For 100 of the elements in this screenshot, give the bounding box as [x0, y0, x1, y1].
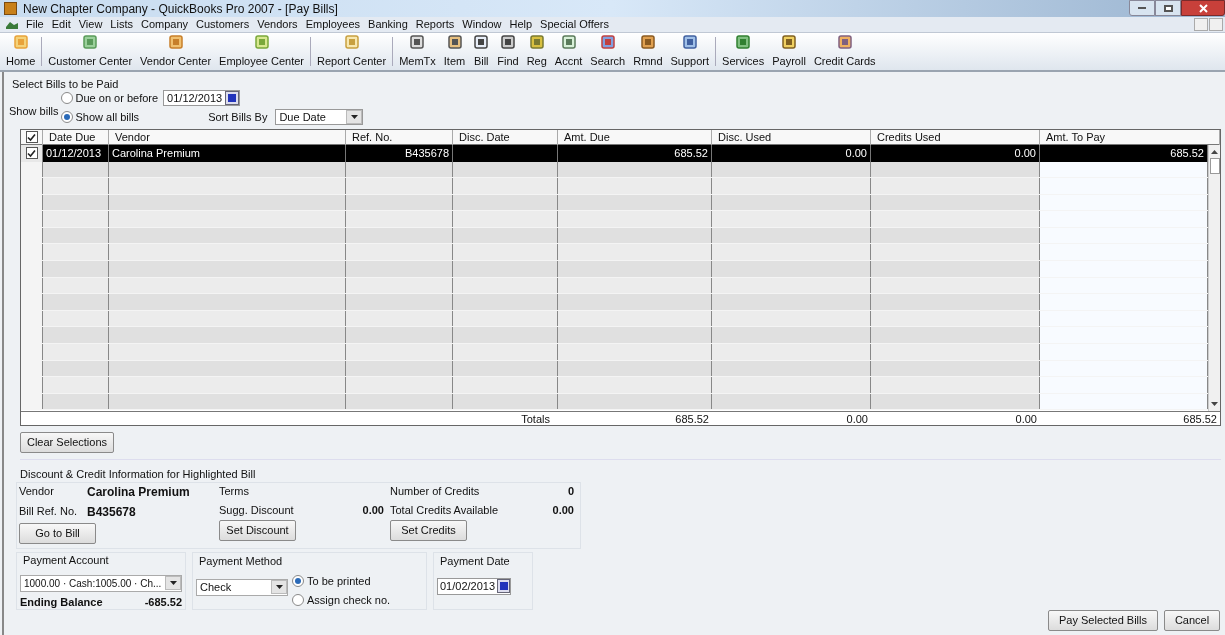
- menu-item[interactable]: File: [22, 16, 48, 33]
- menu-item[interactable]: Window: [458, 16, 506, 33]
- table-cell: B435678: [346, 144, 453, 162]
- total-value: 0.00: [1014, 411, 1038, 426]
- menu-item[interactable]: Lists: [106, 16, 137, 33]
- toolbar-button[interactable]: Search: [586, 33, 630, 70]
- toolbar-button[interactable]: Payroll: [768, 33, 810, 70]
- menu-item[interactable]: Special Offers: [536, 16, 613, 33]
- app-icon: [4, 2, 17, 15]
- toolbar-button[interactable]: Report Center: [313, 33, 391, 70]
- toolbar-icon: [409, 33, 426, 50]
- balance-value: -685.52: [144, 594, 182, 610]
- toolbar-button[interactable]: Item: [439, 33, 470, 70]
- scrollbar[interactable]: [1208, 144, 1220, 411]
- menu-item[interactable]: Company: [137, 16, 193, 33]
- menu-item[interactable]: Reports: [411, 16, 459, 33]
- column-header[interactable]: Amt. To Pay: [1040, 129, 1220, 145]
- caret-icon: [350, 114, 358, 119]
- radio-button[interactable]: [60, 92, 73, 105]
- radio-button[interactable]: [292, 574, 304, 587]
- toolbar-button[interactable]: Accnt: [550, 33, 587, 70]
- dropdown-button[interactable]: [165, 576, 181, 590]
- toolbar-icon: [167, 33, 184, 50]
- method-dropdown[interactable]: Check: [196, 578, 288, 596]
- table-cell: 0.00: [871, 144, 1040, 162]
- radio-label: Due on or before: [75, 91, 159, 106]
- table-cell: 685.52: [558, 144, 712, 162]
- toolbar-icon: [82, 33, 99, 50]
- radio-button[interactable]: [60, 110, 73, 123]
- column-header[interactable]: Credits Used: [871, 129, 1040, 145]
- date-field[interactable]: 01/02/2013: [437, 577, 511, 595]
- menu-item[interactable]: Banking: [364, 16, 412, 33]
- column-header[interactable]: Date Due: [43, 129, 109, 145]
- caret-icon: [275, 585, 283, 589]
- date-field[interactable]: 01/12/2013: [163, 90, 241, 107]
- maximize-button[interactable]: [1155, 0, 1181, 16]
- button[interactable]: Clear Selections: [20, 431, 114, 453]
- ref-value: B435678: [87, 504, 136, 521]
- totals-label: Totals: [520, 411, 551, 426]
- field-label: Terms: [219, 484, 250, 499]
- radio-label: Show all bills: [75, 109, 140, 125]
- field-label: Number of Credits: [390, 484, 480, 499]
- panel-title: Payment Method: [199, 554, 284, 569]
- menu-item[interactable]: Employees: [301, 16, 365, 33]
- column-header[interactable]: Disc. Used: [712, 129, 871, 145]
- menu-item[interactable]: Help: [505, 16, 537, 33]
- menu-item[interactable]: Customers: [192, 16, 254, 33]
- toolbar-button[interactable]: Customer Center: [44, 33, 137, 70]
- menu-item[interactable]: Edit: [47, 16, 75, 33]
- menu-item[interactable]: Vendors: [253, 16, 302, 33]
- toolbar-button[interactable]: Rmnd: [629, 33, 667, 70]
- scroll-thumb[interactable]: [1209, 157, 1220, 174]
- calendar-icon[interactable]: [497, 579, 510, 593]
- button[interactable]: Cancel: [1164, 610, 1220, 631]
- toolbar-button[interactable]: Employee Center: [215, 33, 309, 70]
- toolbar-icon: [473, 33, 490, 50]
- toolbar-icon: [599, 33, 616, 50]
- calendar-icon[interactable]: [225, 91, 240, 106]
- radio-button[interactable]: [292, 594, 304, 607]
- panel-title: Payment Account: [23, 553, 110, 568]
- toolbar-button[interactable]: Credit Cards: [809, 33, 880, 70]
- column-header[interactable]: Vendor: [109, 129, 346, 145]
- minimize-button[interactable]: [1129, 0, 1155, 16]
- button[interactable]: Go to Bill: [19, 523, 96, 544]
- radio-label: Assign check no.: [307, 593, 391, 608]
- menu-item[interactable]: View: [74, 16, 107, 33]
- dropdown-button[interactable]: [271, 580, 287, 594]
- radio-label: To be printed: [307, 573, 371, 589]
- window-title: New Chapter Company - QuickBooks Pro 2007 - [Pay Bills]: [23, 0, 338, 18]
- field-label: Sugg. Discount: [219, 502, 294, 518]
- table-cell: 0.00: [712, 144, 871, 162]
- dropdown-button[interactable]: [346, 109, 363, 124]
- toolbar-button[interactable]: Support: [666, 33, 714, 70]
- toolbar-button[interactable]: Find: [493, 33, 523, 70]
- button[interactable]: Pay Selected Bills: [1048, 610, 1158, 631]
- toolbar-button[interactable]: Services: [718, 33, 769, 70]
- app-menu-icon[interactable]: [6, 20, 18, 29]
- checkbox[interactable]: [25, 131, 38, 143]
- toolbar-icon: [12, 33, 29, 50]
- toolbar-button[interactable]: Reg: [522, 33, 551, 70]
- column-header[interactable]: Amt. Due: [558, 129, 712, 145]
- toolbar-button[interactable]: Vendor Center: [136, 33, 216, 70]
- scroll-down-icon[interactable]: [1211, 399, 1218, 408]
- credits-count: 0: [567, 484, 574, 499]
- toolbar-icon: [781, 33, 798, 50]
- account-dropdown[interactable]: 1000.00 · Cash:1005.00 · Ch...: [20, 574, 182, 592]
- button[interactable]: Set Discount: [219, 520, 296, 541]
- column-header[interactable]: Ref. No.: [346, 129, 453, 145]
- sort-dropdown[interactable]: Due Date: [275, 108, 364, 125]
- toolbar-icon: [560, 33, 577, 50]
- toolbar-button[interactable]: Home: [2, 33, 40, 70]
- column-header[interactable]: Disc. Date: [453, 129, 558, 145]
- scroll-up-icon[interactable]: [1211, 147, 1218, 156]
- close-button[interactable]: [1181, 0, 1225, 16]
- toolbar-button[interactable]: Bill: [469, 33, 494, 70]
- checkbox[interactable]: [25, 147, 38, 159]
- toolbar-button[interactable]: MemTx: [395, 33, 440, 70]
- button[interactable]: Set Credits: [390, 520, 467, 541]
- toolbar-icon: [343, 33, 360, 50]
- field-label: Ending Balance: [20, 594, 103, 610]
